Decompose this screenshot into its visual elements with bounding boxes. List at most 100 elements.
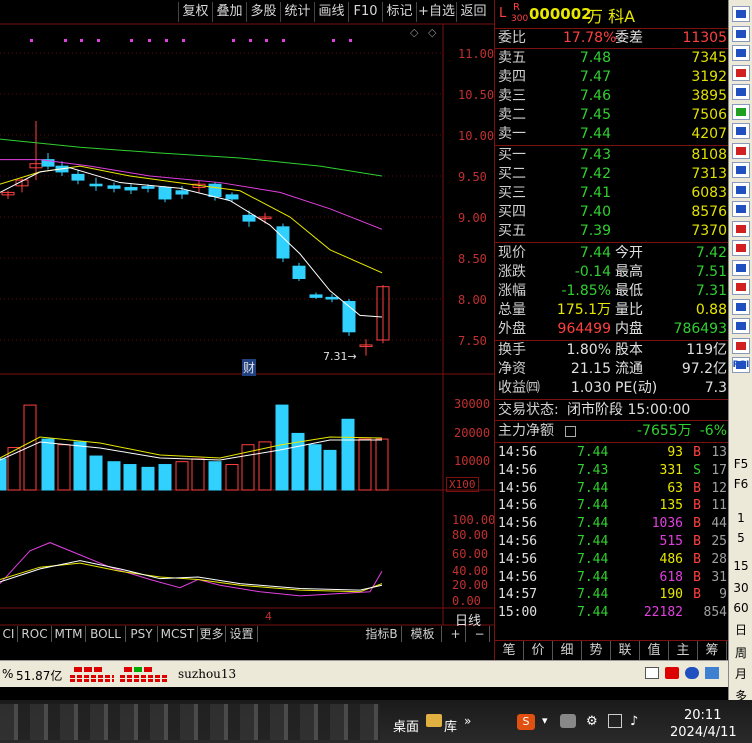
quote-nav-2[interactable]: 细 [553, 641, 582, 660]
side-period-1[interactable]: F5 [732, 456, 750, 472]
template-button[interactable]: 模板 [404, 626, 442, 642]
price-tick: 8.50 [458, 252, 487, 266]
tray-arrow-icon[interactable]: ▾ [542, 714, 548, 727]
side-tool-icon[interactable] [732, 142, 750, 159]
side-tool-icon[interactable] [732, 181, 750, 198]
ask-row[interactable]: 卖四 7.47 3192 [495, 68, 729, 87]
side-period-9[interactable]: 周 [732, 645, 750, 661]
bid-row[interactable]: 买二 7.42 7313 [495, 165, 729, 184]
quote-nav-1[interactable]: 价 [524, 641, 553, 660]
library-label[interactable]: 库 [444, 716, 457, 735]
stock-name: 万 科A [587, 7, 636, 26]
bid-row[interactable]: 买四 7.40 8576 [495, 203, 729, 222]
tray-network-icon[interactable] [608, 714, 622, 728]
signal-dot [80, 39, 83, 42]
volume-bar [0, 458, 7, 491]
main-flow-row[interactable]: 主力净额 -7655万 -6% [495, 422, 729, 441]
side-tool-icon[interactable] [732, 84, 750, 100]
indicator-tab-ci[interactable]: CI [0, 626, 18, 642]
bid-row[interactable]: 买五 7.39 7370 [495, 222, 729, 241]
indicator-tab-boll[interactable]: BOLL [86, 626, 126, 642]
tray-app-icon[interactable] [560, 714, 576, 728]
chart-svg [0, 23, 494, 626]
volume-bar [323, 449, 337, 491]
minus-button[interactable]: − [470, 626, 490, 642]
ask-row[interactable]: 卖三 7.46 3895 [495, 87, 729, 106]
side-period-5[interactable]: 15 [732, 558, 750, 574]
bid-row[interactable]: 买一 7.43 8108 [495, 146, 729, 165]
indicator-tab-mtm[interactable]: MTM [52, 626, 86, 642]
indicator-tab-roc[interactable]: ROC [18, 626, 52, 642]
flow-icon[interactable] [565, 426, 576, 437]
trade-count: 25 [711, 534, 727, 549]
input-method-icon[interactable]: S [517, 714, 535, 730]
os-taskbar: 桌面 库 » S ▾ ⚙ ♪ 20:11 2024/4/11 [0, 700, 752, 743]
bid-row[interactable]: 买三 7.41 6083 [495, 184, 729, 203]
plus-button[interactable]: + [446, 626, 466, 642]
book-volume: 3192 [691, 69, 727, 85]
side-tool-icon[interactable] [732, 45, 750, 61]
side-tool-icon[interactable] [732, 64, 750, 81]
side-period-6[interactable]: 30 [732, 580, 750, 596]
side-period-0[interactable]: RSI [732, 357, 750, 373]
trade-volume: 190 [659, 587, 683, 603]
tray-volume-icon[interactable]: ♪ [630, 714, 638, 729]
status-icons[interactable] [645, 667, 725, 681]
price-tick: 9.00 [458, 211, 487, 225]
side-period-2[interactable]: F6 [732, 476, 750, 492]
ask-row[interactable]: 卖一 7.44 4207 [495, 125, 729, 144]
quote-nav-0[interactable]: 笔 [495, 641, 524, 660]
volume-bar [308, 444, 322, 491]
ask-row[interactable]: 卖二 7.45 7506 [495, 106, 729, 125]
side-period-7[interactable]: 60 [732, 600, 750, 616]
ask-row[interactable]: 卖五 7.48 7345 [495, 49, 729, 68]
indicator-b-button[interactable]: 指标B [362, 626, 402, 642]
volume-tick: 10000 [454, 454, 491, 468]
side-tool-icon[interactable] [732, 123, 750, 139]
quote-nav-3[interactable]: 势 [582, 641, 611, 660]
side-tool-icon[interactable] [732, 103, 750, 120]
side-tool-icon[interactable] [732, 298, 750, 315]
book-price: 7.48 [579, 50, 611, 66]
taskbar-time[interactable]: 20:11 [684, 708, 721, 723]
trade-side: B [693, 516, 701, 532]
indicator-tab-psy[interactable]: PSY [126, 626, 158, 642]
fundamental-label: 净资 [498, 361, 526, 377]
finance-badge[interactable]: 财 [242, 359, 257, 376]
side-tool-icon[interactable] [732, 337, 750, 354]
side-period-4[interactable]: 5 [732, 530, 750, 546]
quote-nav-5[interactable]: 值 [640, 641, 669, 660]
quote-nav-6[interactable]: 主 [669, 641, 698, 660]
kline-chart-area[interactable]: 复权 叠加 多股 统计 画线 F10 标记 +自选 返回 ◇ ◇ 11.00 10.50 10.00… [0, 0, 495, 643]
tray-settings-icon[interactable]: ⚙ [586, 714, 598, 729]
indicator-tab-设置[interactable]: 设置 [226, 626, 258, 642]
taskbar-date[interactable]: 2024/4/11 [670, 725, 737, 740]
side-tool-icon[interactable] [732, 201, 750, 217]
side-period-10[interactable]: 月 [732, 666, 750, 682]
side-tool-icon[interactable] [732, 259, 750, 276]
trade-volume: 135 [659, 498, 683, 514]
side-tool-icon[interactable] [732, 318, 750, 334]
side-tool-icon[interactable] [732, 162, 750, 178]
side-tool-icon[interactable] [732, 279, 750, 295]
indicator-tab-更多[interactable]: 更多 [198, 626, 226, 642]
side-tool-icon[interactable] [732, 240, 750, 256]
stat-label: 现价 [498, 245, 526, 261]
taskbar-thumbnail [0, 704, 380, 740]
indicator-tab-mcst[interactable]: MCST [158, 626, 198, 642]
signal-dot [64, 39, 67, 42]
side-period-8[interactable]: 日 [732, 622, 750, 638]
price-tick: 11.00 [458, 47, 495, 61]
trade-price: 7.44 [577, 534, 609, 549]
trade-volume: 1036 [651, 516, 683, 532]
fundamental-row: 换手 1.80% 股本 119亿 [495, 341, 729, 360]
quote-nav-7[interactable]: 筹 [698, 641, 727, 660]
quote-nav-4[interactable]: 联 [611, 641, 640, 660]
side-tool-icon[interactable] [732, 220, 750, 237]
tray-chevron-icon[interactable]: » [464, 714, 471, 728]
side-tool-icon[interactable] [732, 6, 750, 22]
desktop-label[interactable]: 桌面 [393, 716, 419, 735]
folder-icon[interactable] [426, 714, 442, 727]
side-period-3[interactable]: 1 [732, 510, 750, 526]
side-tool-icon[interactable] [732, 25, 750, 42]
